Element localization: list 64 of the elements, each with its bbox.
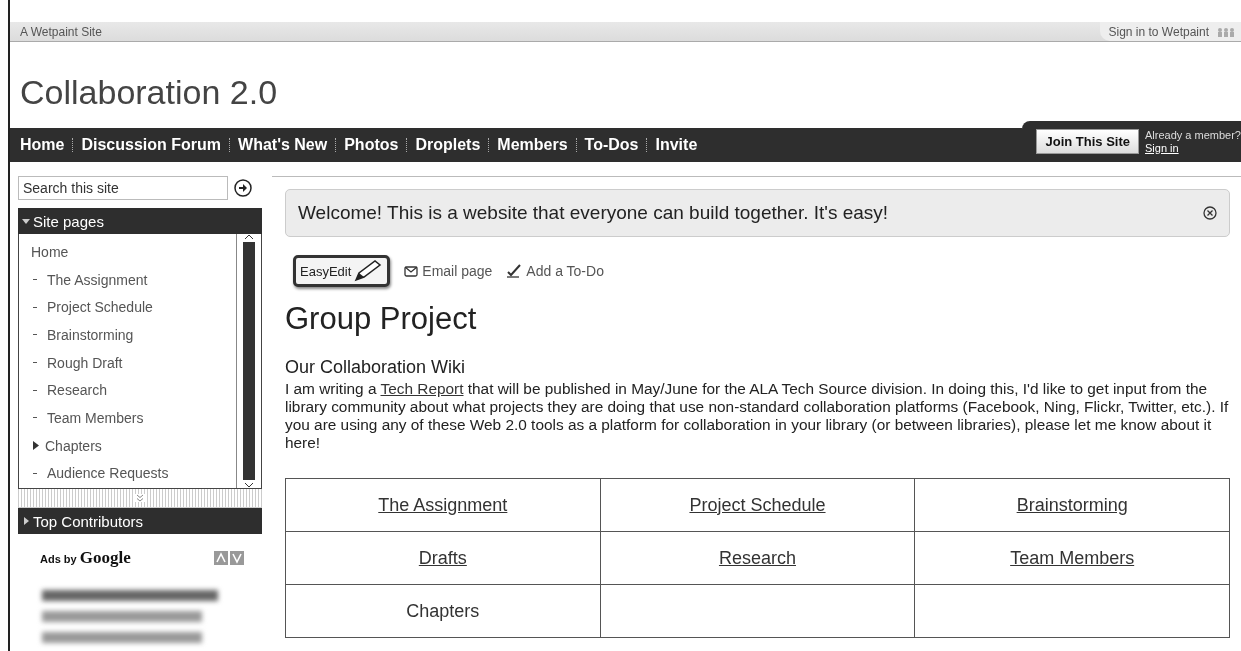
page-link[interactable]: Research (47, 382, 107, 399)
page-link[interactable]: Research (718, 547, 796, 568)
nav-link[interactable]: To-Dos (584, 136, 639, 154)
table-cell: Chapters (285, 584, 601, 638)
down-arrow-icon[interactable] (230, 551, 244, 565)
nav-link[interactable]: Photos (344, 136, 399, 154)
ads-label: Ads by Google (40, 548, 131, 568)
nav-link[interactable]: What's New (238, 136, 328, 154)
double-chevron-icon (135, 494, 145, 502)
page-link[interactable]: The Assignment (378, 494, 508, 515)
page-link[interactable]: Drafts (418, 547, 467, 568)
page-link[interactable]: Home (31, 243, 69, 260)
member-prompt: Already a member? (1145, 128, 1241, 142)
page-link[interactable]: Team Members (1010, 547, 1135, 568)
page-link[interactable]: The Assignment (47, 271, 148, 288)
easyedit-button[interactable]: EasyEdit (293, 255, 391, 287)
resize-grip[interactable] (18, 489, 262, 508)
nav-link[interactable]: Home (20, 136, 65, 154)
caret-down-icon[interactable] (22, 217, 30, 225)
dash-icon (33, 417, 37, 419)
dash-icon (33, 472, 37, 474)
sign-in-link[interactable]: Sign in (1145, 141, 1241, 155)
dash-icon (33, 334, 37, 336)
site-label: A Wetpaint Site (20, 24, 102, 39)
page-link[interactable]: Project Schedule (689, 494, 826, 515)
section-title: Top Contributors (33, 512, 144, 530)
section-title: Site pages (33, 212, 104, 230)
nav-link[interactable]: Members (497, 136, 568, 154)
email-page-link[interactable]: Email page (404, 263, 493, 279)
page-link[interactable]: Brainstorming (1016, 494, 1128, 515)
page-link[interactable]: Rough Draft (47, 354, 123, 371)
up-arrow-icon[interactable] (214, 551, 228, 565)
page-title: Group Project (285, 301, 478, 337)
people-icon (1217, 26, 1235, 37)
nav-link[interactable]: Invite (655, 136, 698, 154)
pencil-icon (353, 260, 384, 282)
page-subtitle: Our Collaboration Wiki (285, 357, 467, 378)
search-field[interactable]: Search this site (18, 176, 228, 200)
page-link[interactable]: Project Schedule (47, 299, 153, 316)
add-todo-link[interactable]: Add a To-Do (506, 263, 604, 279)
welcome-text: Welcome! This is a website that everyone can build together. It's easy! (298, 202, 889, 224)
dash-icon (33, 279, 37, 281)
caret-right-icon[interactable] (22, 517, 30, 525)
intro-paragraph: I am writing a Tech Report that will be published in May/June for the ALA Tech Source division. In doing this, I'd like to get input from the library community about what projects they are doing that use non-standard collaboration platforms (Facebook, Ning, Flickr, Twitter, etc.). If you are using any of these Web 2.0 tools as a platform for collaboration in your library (or between libraries), please let me know about it here! (285, 380, 1230, 452)
dash-icon (33, 389, 37, 391)
scroll-down-icon[interactable] (245, 482, 253, 488)
page-link[interactable]: Audience Requests (47, 465, 169, 482)
page-link[interactable]: Team Members (47, 409, 144, 426)
page-link[interactable]: Chapters (45, 437, 102, 454)
tech-report-link[interactable]: Tech Report (380, 380, 464, 397)
page-link[interactable]: Brainstorming (47, 326, 134, 343)
close-icon[interactable] (1203, 206, 1217, 220)
nav-link[interactable]: Discussion Forum (81, 136, 222, 154)
section-header[interactable]: Site pages (18, 208, 262, 234)
dash-icon (33, 362, 37, 364)
join-button[interactable]: Join This Site (1036, 129, 1139, 154)
nav-link[interactable]: Droplets (415, 136, 481, 154)
scroll-up-icon[interactable] (245, 234, 253, 240)
site-title: Collaboration 2.0 (20, 72, 279, 113)
dash-icon (33, 306, 37, 308)
checkmark-icon (506, 264, 523, 278)
caret-right-icon[interactable] (33, 441, 39, 451)
envelope-icon (404, 265, 419, 277)
section-header[interactable]: Top Contributors (18, 508, 262, 534)
